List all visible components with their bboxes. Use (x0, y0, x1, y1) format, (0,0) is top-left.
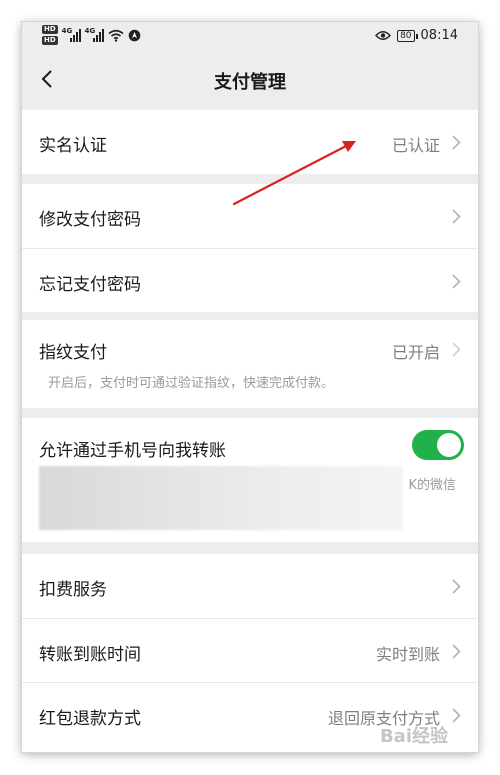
phone-transfer-label: 允许通过手机号向我转账 (39, 441, 226, 461)
hd-badges: HD HD (42, 25, 58, 45)
wifi-icon (108, 29, 124, 42)
annotation-arrow (232, 141, 356, 206)
status-time: 08:14 (420, 28, 458, 43)
row-label: 指纹支付 (39, 343, 107, 363)
network-type-label: 4G (84, 27, 96, 35)
nav-bar: 支付管理 (22, 52, 478, 106)
group-fingerprint: 指纹支付 已开启 开启后，支付时可通过验证指纹，快速完成付款。 (22, 320, 478, 408)
row-value: 已认证 (391, 136, 440, 155)
chevron-right-icon (452, 342, 461, 357)
eye-icon (375, 31, 392, 40)
location-icon (128, 29, 140, 41)
chevron-right-icon (452, 209, 461, 224)
hd-badge: HD (42, 25, 58, 34)
chevron-right-icon (452, 579, 461, 594)
status-bar: HD HD 4G 4G 80 08:14 (22, 22, 478, 52)
blurred-redaction (39, 466, 403, 530)
page-title: 支付管理 (214, 72, 286, 93)
chevron-right-icon (452, 135, 461, 150)
phone-screen: HD HD 4G 4G 80 08:14 支付管理 实名认证 已认证 修改支付密… (22, 22, 478, 752)
row-label: 修改支付密码 (39, 210, 141, 230)
partial-description: K的微信 (408, 478, 456, 493)
deduction-service-row[interactable]: 扣费服务 (22, 554, 478, 618)
forgot-password-row[interactable]: 忘记支付密码 (22, 248, 478, 312)
toggle-knob (437, 433, 461, 457)
signal-icon: 4G (84, 27, 104, 42)
fingerprint-hint: 开启后，支付时可通过验证指纹，快速完成付款。 (48, 376, 335, 391)
group-phone-transfer: 允许通过手机号向我转账 K的微信 (22, 418, 478, 542)
row-label: 实名认证 (39, 136, 107, 156)
signal-icon: 4G (61, 27, 81, 42)
transfer-time-row[interactable]: 转账到账时间 实时到账 (22, 618, 478, 682)
chevron-right-icon (452, 274, 461, 289)
row-label: 扣费服务 (39, 580, 107, 600)
row-label: 红包退款方式 (39, 709, 141, 729)
row-label: 忘记支付密码 (39, 275, 141, 295)
row-value: 已开启 (391, 343, 440, 362)
chevron-right-icon (452, 708, 461, 723)
status-right: 80 08:14 (375, 28, 458, 43)
hd-badge: HD (42, 36, 58, 45)
watermark: Bai经验 (379, 726, 448, 747)
row-value: 实时到账 (375, 645, 440, 664)
row-label: 转账到账时间 (39, 645, 141, 665)
chevron-right-icon (452, 644, 461, 659)
status-left: HD HD 4G 4G (42, 25, 141, 45)
battery-icon: 80 (397, 29, 419, 42)
phone-transfer-toggle[interactable] (412, 430, 464, 460)
network-type-label: 4G (61, 27, 73, 35)
